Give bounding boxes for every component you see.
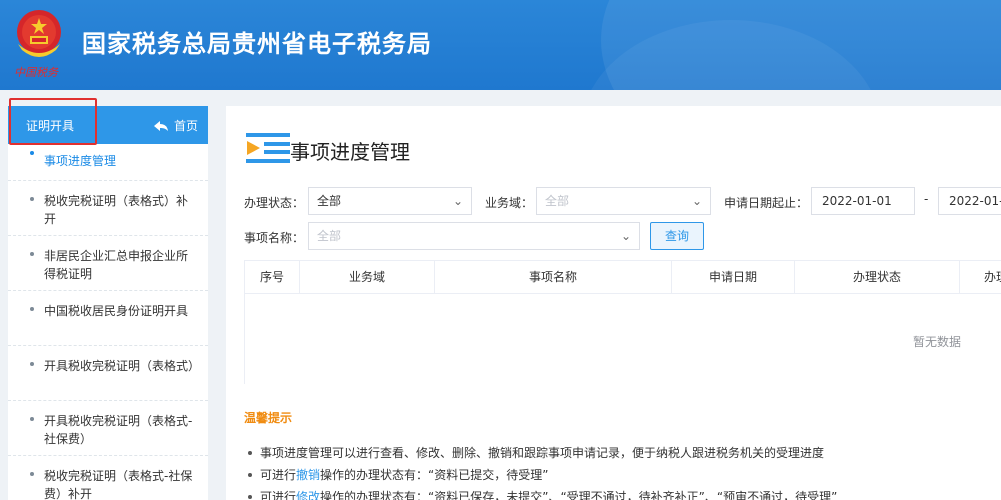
date-range-label: 申请日期起止：	[724, 196, 809, 210]
domain-select[interactable]: 全部 ⌄	[536, 187, 711, 215]
bullet-icon	[30, 417, 34, 421]
main-panel: 事项进度管理 办理状态： 全部 ⌄ 业务域： 全部 ⌄ 申请日期起止： 2022…	[226, 106, 1001, 500]
sidebar-item-progress[interactable]: 事项进度管理	[8, 144, 208, 181]
item-name-select[interactable]: 全部 ⌄	[308, 222, 640, 250]
bullet-icon	[248, 473, 252, 477]
tip-text: 事项进度管理可以进行查看、修改、删除、撤销和跟踪事项申请记录，便于纳税人跟进税务…	[260, 446, 825, 460]
bullet-icon	[248, 495, 252, 499]
sidebar-item-label: 中国税收居民身份证明开具	[44, 304, 189, 318]
tip-item: 事项进度管理可以进行查看、修改、删除、撤销和跟踪事项申请记录，便于纳税人跟进税务…	[244, 442, 1001, 464]
home-label: 首页	[173, 119, 198, 133]
page-title: 事项进度管理	[290, 140, 410, 164]
highlight-box	[9, 98, 97, 145]
column-header-domain: 业务域	[300, 261, 435, 294]
column-header-item-name: 事项名称	[435, 261, 672, 294]
national-emblem-icon	[17, 10, 61, 57]
tips-title: 温馨提示	[244, 411, 293, 425]
sidebar-item-issue-social-security-certificate[interactable]: 开具税收完税证明（表格式-社保费）	[8, 401, 208, 456]
sidebar: 证明开具 首页 事项进度管理 税收完税证明（表格式）补开 非居民企业汇总申报企业…	[8, 106, 208, 500]
chevron-down-icon: ⌄	[691, 194, 702, 208]
column-header-status: 办理状态	[795, 261, 960, 294]
revoke-link[interactable]: 撤销	[296, 468, 320, 482]
tip-text: 操作的办理状态有：“资料已提交，待受理”	[320, 468, 549, 482]
site-header: 中国税务 国家税务总局贵州省电子税务局	[0, 0, 1001, 90]
sidebar-item-label: 开具税收完税证明（表格式-社保费）	[44, 414, 193, 446]
sidebar-item-label: 税收完税证明（表格式-社保费）补开	[44, 469, 193, 500]
status-label: 办理状态：	[244, 196, 305, 210]
bullet-icon	[248, 451, 252, 455]
bullet-icon	[30, 307, 34, 311]
tip-text: 操作的办理状态有：“资料已保存，未提交”、“受理不通过，待补齐补正”、“预审不通…	[320, 490, 838, 500]
sidebar-item-tax-certificate-reissue[interactable]: 税收完税证明（表格式）补开	[8, 181, 208, 236]
item-name-placeholder: 全部	[317, 229, 342, 243]
bullet-icon	[30, 472, 34, 476]
list-play-icon	[246, 133, 290, 163]
date-start-input[interactable]: 2022-01-01	[811, 187, 915, 215]
bullet-icon	[30, 252, 34, 256]
progress-table: 序号 业务域 事项名称 申请日期 办理状态 办理 暂无数据	[244, 260, 1001, 384]
query-button[interactable]: 查询	[650, 222, 705, 250]
chevron-down-icon: ⌄	[452, 194, 463, 208]
back-arrow-icon	[153, 120, 168, 131]
tip-item: 可进行撤销操作的办理状态有：“资料已提交，待受理”	[244, 464, 1001, 486]
modify-link[interactable]: 修改	[296, 490, 320, 500]
date-end-input[interactable]: 2022-01-	[938, 187, 1001, 215]
sidebar-menu: 事项进度管理 税收完税证明（表格式）补开 非居民企业汇总申报企业所得税证明 中国…	[8, 144, 208, 500]
date-separator: -	[924, 192, 929, 206]
sidebar-item-social-security-reissue[interactable]: 税收完税证明（表格式-社保费）补开	[8, 456, 208, 500]
table-header: 序号 业务域 事项名称 申请日期 办理状态 办理	[245, 261, 1001, 294]
site-title: 国家税务总局贵州省电子税务局	[82, 30, 432, 58]
sidebar-item-label: 非居民企业汇总申报企业所得税证明	[44, 249, 189, 281]
sidebar-item-issue-tax-certificate[interactable]: 开具税收完税证明（表格式）	[8, 346, 208, 401]
tip-item: 可进行修改操作的办理状态有：“资料已保存，未提交”、“受理不通过，待补齐补正”、…	[244, 486, 1001, 500]
home-link[interactable]: 首页	[153, 117, 198, 134]
bullet-icon	[30, 151, 34, 155]
tip-text: 可进行	[260, 468, 297, 482]
emblem-caption: 中国税务	[14, 66, 58, 79]
column-header-apply-date: 申请日期	[672, 261, 795, 294]
chevron-down-icon: ⌄	[620, 229, 631, 243]
status-select-value: 全部	[317, 194, 342, 208]
sidebar-item-label: 税收完税证明（表格式）补开	[44, 194, 189, 226]
status-select[interactable]: 全部 ⌄	[308, 187, 472, 215]
bullet-icon	[30, 362, 34, 366]
domain-select-placeholder: 全部	[545, 194, 570, 208]
tips-list: 事项进度管理可以进行查看、修改、删除、撤销和跟踪事项申请记录，便于纳税人跟进税务…	[244, 442, 1001, 500]
empty-state-text: 暂无数据	[913, 335, 962, 349]
column-header-action: 办理	[984, 270, 1001, 284]
tip-text: 可进行	[260, 490, 297, 500]
bullet-icon	[30, 197, 34, 201]
sidebar-item-label: 开具税收完税证明（表格式）	[44, 359, 201, 373]
sidebar-item-nonresident-certificate[interactable]: 非居民企业汇总申报企业所得税证明	[8, 236, 208, 291]
sidebar-item-resident-certificate[interactable]: 中国税收居民身份证明开具	[8, 291, 208, 346]
domain-label: 业务域：	[485, 196, 534, 210]
sidebar-item-label: 事项进度管理	[44, 154, 117, 168]
column-header-index: 序号	[245, 261, 300, 294]
item-name-label: 事项名称：	[244, 231, 305, 245]
